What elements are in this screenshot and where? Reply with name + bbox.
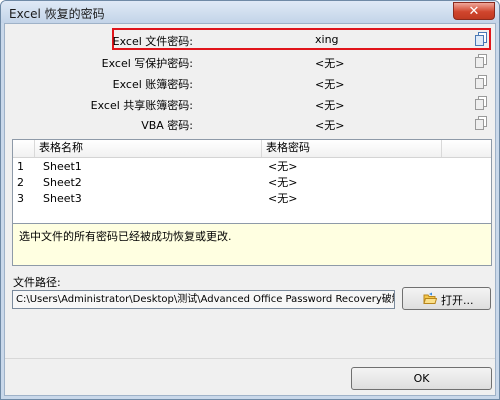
ok-button[interactable]: OK bbox=[351, 367, 492, 390]
ok-button-label: OK bbox=[413, 372, 430, 385]
column-header-sheet-password[interactable]: 表格密码 bbox=[262, 140, 442, 157]
vba-password-label: VBA 密码: bbox=[141, 119, 193, 132]
column-header-sheet-name[interactable]: 表格名称 bbox=[35, 140, 262, 157]
row-index: 3 bbox=[17, 192, 24, 205]
table-row[interactable]: 3 Sheet3 <无> bbox=[13, 191, 491, 207]
copy-icon[interactable] bbox=[474, 54, 488, 68]
sheet-password: <无> bbox=[268, 192, 298, 205]
row-index: 1 bbox=[17, 160, 24, 173]
copy-icon[interactable] bbox=[474, 32, 488, 46]
table-header: 表格名称 表格密码 bbox=[13, 140, 491, 158]
copy-icon[interactable] bbox=[474, 96, 488, 110]
sheet-name: Sheet3 bbox=[43, 192, 82, 205]
close-button[interactable]: ✕ bbox=[453, 2, 495, 20]
recovered-passwords-dialog: Excel 恢复的密码 ✕ Excel 文件密码: xing Excel 写保护… bbox=[0, 0, 500, 400]
table-row[interactable]: 1 Sheet1 <无> bbox=[13, 159, 491, 175]
vba-password-value[interactable]: <无> bbox=[315, 117, 344, 133]
excel-shared-workbook-password-label: Excel 共享账簿密码: bbox=[90, 99, 193, 112]
excel-shared-workbook-password-value[interactable]: <无> bbox=[315, 97, 344, 113]
sheet-name: Sheet1 bbox=[43, 160, 82, 173]
dialog-body: Excel 文件密码: xing Excel 写保护密码: <无> Excel … bbox=[4, 23, 496, 396]
status-message: 选中文件的所有密码已经被成功恢复或更改. bbox=[19, 230, 232, 243]
open-button-label: 打开... bbox=[441, 294, 474, 307]
sheet-password: <无> bbox=[268, 176, 298, 189]
excel-write-protect-password-row: Excel 写保护密码: <无> bbox=[5, 52, 495, 72]
window-title: Excel 恢复的密码 bbox=[9, 7, 105, 21]
sheet-name: Sheet2 bbox=[43, 176, 82, 189]
folder-open-icon bbox=[423, 292, 437, 304]
file-path-label: 文件路径: bbox=[13, 276, 61, 289]
excel-file-password-row: Excel 文件密码: xing bbox=[5, 30, 495, 50]
excel-shared-workbook-password-row: Excel 共享账簿密码: <无> bbox=[5, 94, 495, 114]
row-index: 2 bbox=[17, 176, 24, 189]
column-header-index[interactable] bbox=[13, 140, 35, 157]
excel-write-protect-password-label: Excel 写保护密码: bbox=[101, 57, 193, 70]
file-path-field[interactable]: C:\Users\Administrator\Desktop\测试\Advanc… bbox=[12, 290, 395, 309]
excel-write-protect-password-value[interactable]: <无> bbox=[315, 55, 344, 71]
sheet-password: <无> bbox=[268, 160, 298, 173]
vba-password-row: VBA 密码: <无> bbox=[5, 114, 495, 134]
excel-workbook-password-row: Excel 账簿密码: <无> bbox=[5, 73, 495, 93]
copy-icon[interactable] bbox=[474, 75, 488, 89]
copy-icon[interactable] bbox=[474, 116, 488, 130]
column-header-filler bbox=[442, 140, 491, 157]
title-bar: Excel 恢复的密码 ✕ bbox=[1, 1, 499, 23]
open-button[interactable]: 打开... bbox=[402, 287, 491, 310]
excel-workbook-password-label: Excel 账簿密码: bbox=[112, 78, 193, 91]
status-message-box: 选中文件的所有密码已经被成功恢复或更改. bbox=[12, 223, 492, 266]
excel-workbook-password-value[interactable]: <无> bbox=[315, 76, 344, 92]
close-icon: ✕ bbox=[468, 4, 480, 19]
excel-file-password-value[interactable]: xing bbox=[315, 33, 339, 46]
excel-file-password-label: Excel 文件密码: bbox=[112, 35, 193, 48]
divider bbox=[5, 358, 495, 359]
table-row[interactable]: 2 Sheet2 <无> bbox=[13, 175, 491, 191]
